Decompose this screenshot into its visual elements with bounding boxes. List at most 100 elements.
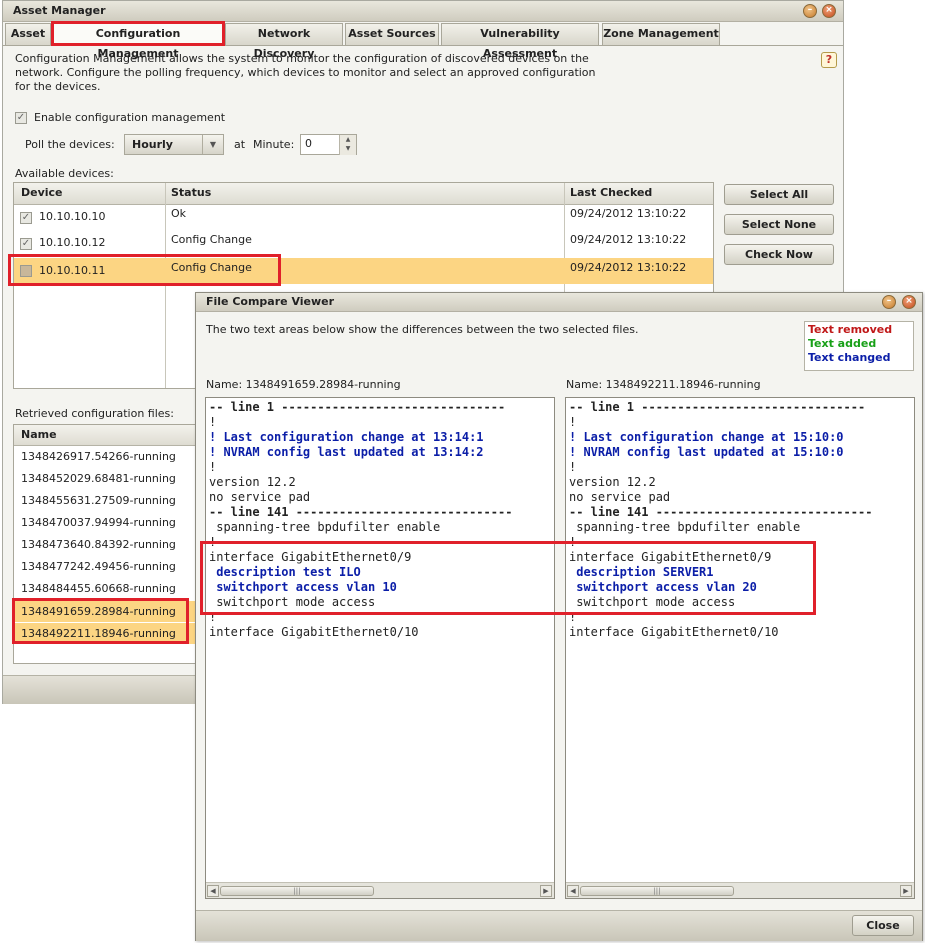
code-line: interface GigabitEthernet0/10: [569, 625, 779, 639]
code-line: !: [209, 535, 217, 549]
files-list-header[interactable]: Name: [14, 425, 197, 446]
code-line: no service pad: [569, 490, 671, 504]
code-line-changed: switchport access vlan 10: [209, 580, 397, 594]
legend-added: Text added: [808, 337, 877, 350]
legend-box: Text removed Text added Text changed: [804, 321, 914, 371]
code-line: interface GigabitEthernet0/9: [209, 550, 412, 564]
poll-frequency-select[interactable]: Hourly ▼: [124, 134, 224, 155]
row-checkbox[interactable]: ✓: [20, 212, 32, 224]
minute-stepper[interactable]: 0 ▲ ▼: [300, 134, 357, 155]
code-line: !: [569, 610, 577, 624]
legend-changed: Text changed: [808, 351, 891, 364]
table-row-selected[interactable]: 10.10.10.11 Config Change 09/24/2012 13:…: [14, 258, 713, 284]
code-line-changed: ! Last configuration change at 15:10:0: [569, 430, 844, 444]
code-line: version 12.2: [569, 475, 656, 489]
poll-label: Poll the devices:: [25, 138, 115, 151]
poll-frequency-value: Hourly: [132, 138, 173, 151]
left-horizontal-scrollbar[interactable]: ◀ ||| ▶: [206, 882, 554, 898]
asset-manager-titlebar[interactable]: Asset Manager – ×: [3, 1, 843, 22]
code-line: interface GigabitEthernet0/10: [209, 625, 419, 639]
code-line-changed: ! Last configuration change at 13:14:1: [209, 430, 484, 444]
close-icon[interactable]: ×: [902, 295, 916, 309]
file-compare-titlebar[interactable]: File Compare Viewer – ×: [196, 293, 922, 312]
code-line-changed: ! NVRAM config last updated at 13:14:2: [209, 445, 484, 459]
code-line: !: [569, 460, 577, 474]
column-header-device[interactable]: Device: [21, 183, 63, 203]
list-item[interactable]: 1348470037.94994-running: [21, 512, 176, 534]
code-line: !: [209, 460, 217, 474]
code-line: !: [569, 535, 577, 549]
list-item-selected[interactable]: 1348491659.28984-running: [14, 601, 197, 622]
right-text-area[interactable]: -- line 1 ------------------------------…: [565, 397, 915, 899]
device-cell: 10.10.10.11: [39, 264, 106, 277]
list-item[interactable]: 1348477242.49456-running: [21, 556, 176, 578]
help-icon[interactable]: ?: [821, 52, 837, 68]
stepper-arrows-icon[interactable]: ▲ ▼: [339, 135, 356, 155]
file-compare-footer: Close: [196, 910, 922, 941]
last-checked-cell: 09/24/2012 13:10:22: [570, 233, 687, 246]
last-checked-cell: 09/24/2012 13:10:22: [570, 207, 687, 220]
device-cell: 10.10.10.12: [39, 236, 106, 249]
code-line: spanning-tree bpdufilter enable: [209, 520, 441, 534]
tab-zone-management[interactable]: Zone Management: [602, 23, 720, 45]
scroll-left-icon[interactable]: ◀: [207, 885, 219, 897]
asset-manager-title: Asset Manager: [13, 4, 106, 17]
close-icon[interactable]: ×: [822, 4, 836, 18]
code-line: switchport mode access: [209, 595, 376, 609]
scroll-left-icon[interactable]: ◀: [567, 885, 579, 897]
minute-label: Minute:: [253, 138, 295, 151]
config-description: Configuration Management allows the syst…: [15, 52, 596, 93]
scroll-right-icon[interactable]: ▶: [900, 885, 912, 897]
list-item[interactable]: 1348473640.84392-running: [21, 534, 176, 556]
list-item[interactable]: 1348426917.54266-running: [21, 446, 176, 468]
close-button[interactable]: Close: [852, 915, 914, 936]
code-line: switchport mode access: [569, 595, 736, 609]
tab-asset-sources[interactable]: Asset Sources: [345, 23, 439, 45]
code-line: !: [209, 610, 217, 624]
file-compare-title: File Compare Viewer: [206, 295, 335, 308]
tab-network-discovery[interactable]: Network Discovery: [225, 23, 343, 60]
status-cell: Ok: [171, 207, 187, 220]
left-text-area[interactable]: -- line 1 ------------------------------…: [205, 397, 555, 899]
tab-configuration-management[interactable]: Configuration Management: [53, 23, 223, 60]
code-line-changed: ! NVRAM config last updated at 15:10:0: [569, 445, 844, 459]
device-cell: 10.10.10.10: [39, 210, 106, 223]
check-now-button[interactable]: Check Now: [724, 244, 834, 265]
code-line: no service pad: [209, 490, 311, 504]
files-list: Name 1348426917.54266-running 1348452029…: [13, 424, 198, 664]
tab-asset[interactable]: Asset: [5, 23, 51, 45]
code-line: -- line 1 ------------------------------…: [209, 400, 506, 414]
row-checkbox[interactable]: [20, 265, 32, 277]
left-scroll-thumb[interactable]: |||: [220, 886, 374, 896]
code-line-changed: description SERVER1: [569, 565, 714, 579]
list-item[interactable]: 1348484455.60668-running: [21, 578, 176, 600]
select-all-button[interactable]: Select All: [724, 184, 834, 205]
tab-vulnerability-assessment[interactable]: Vulnerability Assessment: [441, 23, 599, 60]
right-horizontal-scrollbar[interactable]: ◀ ||| ▶: [566, 882, 914, 898]
chevron-down-icon: ▼: [202, 135, 223, 154]
left-file-name: Name: 1348491659.28984-running: [206, 378, 401, 391]
minimize-icon[interactable]: –: [803, 4, 817, 18]
minimize-icon[interactable]: –: [882, 295, 896, 309]
row-checkbox[interactable]: ✓: [20, 238, 32, 250]
list-item[interactable]: 1348452029.68481-running: [21, 468, 176, 490]
enable-config-label: Enable configuration management: [34, 111, 226, 124]
code-line: spanning-tree bpdufilter enable: [569, 520, 801, 534]
code-line-changed: switchport access vlan 20: [569, 580, 757, 594]
column-header-status[interactable]: Status: [171, 183, 211, 203]
select-none-button[interactable]: Select None: [724, 214, 834, 235]
table-row[interactable]: ✓ 10.10.10.12 Config Change 09/24/2012 1…: [14, 230, 713, 256]
code-line: version 12.2: [209, 475, 296, 489]
right-code: -- line 1 ------------------------------…: [569, 400, 872, 640]
available-devices-label: Available devices:: [15, 167, 114, 180]
code-line: !: [569, 415, 577, 429]
list-item-selected[interactable]: 1348492211.18946-running: [14, 623, 197, 644]
status-cell: Config Change: [171, 233, 252, 246]
left-code: -- line 1 ------------------------------…: [209, 400, 512, 640]
minute-value: 0: [305, 137, 312, 150]
right-scroll-thumb[interactable]: |||: [580, 886, 734, 896]
list-item[interactable]: 1348455631.27509-running: [21, 490, 176, 512]
enable-config-checkbox[interactable]: ✓: [15, 112, 27, 124]
column-header-last-checked[interactable]: Last Checked: [570, 183, 652, 203]
scroll-right-icon[interactable]: ▶: [540, 885, 552, 897]
